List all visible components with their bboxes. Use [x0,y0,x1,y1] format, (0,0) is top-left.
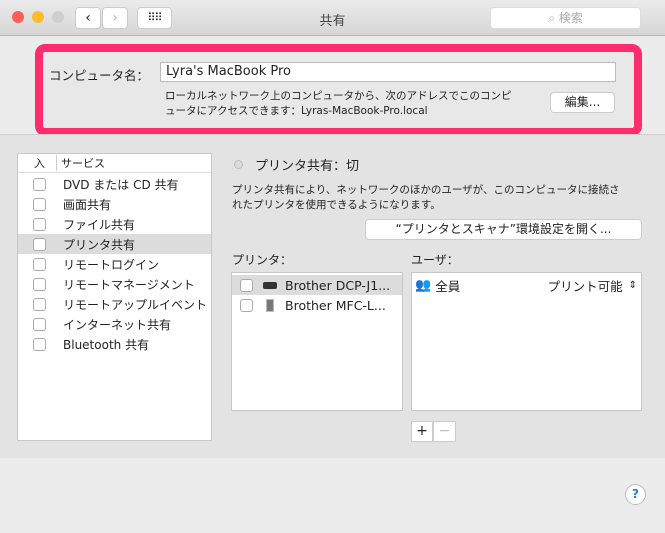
printer-sharing-status: プリンタ共有：切 [255,159,360,174]
service-checkbox[interactable] [33,337,46,351]
service-item[interactable]: リモートアップルイベント [18,294,211,314]
service-list-header: 入 サービス [18,154,211,173]
computer-name-input[interactable]: Lyra's MacBook Pro [160,62,616,82]
printer-list: Brother DCP-J1... Brother MFC-L... [231,272,403,411]
edit-button[interactable]: 編集... [550,92,615,113]
printer-icon [263,281,277,289]
service-item[interactable]: インターネット共有 [18,314,211,334]
remove-user-button[interactable]: − [433,421,456,442]
service-checkbox[interactable] [33,277,46,291]
service-item[interactable]: リモートマネージメント [18,274,211,294]
service-item[interactable]: ファイル共有 [18,214,211,234]
column-on-header: 入 [34,157,45,170]
column-service-header: サービス [56,155,105,171]
printer-item[interactable]: Brother MFC-L... [232,295,402,315]
computer-address-text: ローカルネットワーク上のコンピュータから、次のアドレスでこのコンピ ュータにアクセ… [165,90,512,117]
service-checkbox[interactable] [33,237,46,251]
service-checkbox[interactable] [33,217,46,231]
service-checkbox[interactable] [33,197,46,211]
printer-item[interactable]: Brother DCP-J1... [232,275,402,295]
service-item[interactable]: 画面共有 [18,194,211,214]
service-item[interactable]: DVD または CD 共有 [18,174,211,194]
status-indicator-icon [234,160,243,169]
main-panel: 入 サービス DVD または CD 共有 画面共有ファイル共有 プリンタ共有リモート… [0,134,665,458]
computer-name-label: コンピュータ名： [49,68,150,83]
service-label: プリンタ共有 [63,237,136,252]
highlight-box: コンピュータ名： Lyra's MacBook Pro ローカルネットワーク上の… [35,44,642,136]
service-checkbox[interactable] [33,317,46,331]
service-label: リモートマネージメント [63,277,195,292]
permission-select[interactable]: プリント可能 [548,276,623,295]
service-label: ファイル共有 [63,217,136,232]
printer-checkbox[interactable] [240,298,253,312]
service-label: インターネット共有 [63,317,172,332]
help-button[interactable]: ? [625,484,646,505]
printer-checkbox[interactable] [240,278,253,292]
user-item[interactable]: 👥 全員 プリント可能 ⇕ [412,275,641,295]
title-bar: ‹ › ⠿⠿ 共有 ⌕ 検索 [0,0,665,36]
printer-sharing-description: プリンタ共有により、ネットワークのほかのユーザが、このコンピュータに接続さ れたプ… [232,184,620,211]
service-label: Bluetooth 共有 [63,337,150,352]
user-list: 👥 全員 プリント可能 ⇕ [411,272,642,411]
service-label: リモートアップルイベント [63,297,208,312]
service-item[interactable]: リモートログイン [18,254,211,274]
service-label: 画面共有 [63,197,112,212]
printer-icon [266,298,274,312]
open-printers-scanners-button[interactable]: “プリンタとスキャナ”環境設定を開く... [365,219,642,240]
search-icon: ⌕ [548,11,559,25]
service-checkbox[interactable] [33,297,46,311]
group-icon: 👥 [415,277,432,293]
service-checkbox[interactable] [33,177,46,191]
add-user-button[interactable]: + [411,421,433,442]
service-label: DVD または CD 共有 [63,177,179,192]
service-label: リモートログイン [63,257,160,272]
printers-label: プリンタ： [232,253,293,267]
updown-chevron-icon: ⇕ [628,279,637,291]
service-item[interactable]: プリンタ共有 [18,234,211,254]
service-item[interactable]: Bluetooth 共有 [18,334,211,354]
service-checkbox[interactable] [33,257,46,271]
search-input[interactable]: ⌕ 検索 [490,7,641,29]
service-list: 入 サービス DVD または CD 共有 画面共有ファイル共有 プリンタ共有リモート… [17,153,212,441]
users-label: ユーザ： [411,253,459,267]
